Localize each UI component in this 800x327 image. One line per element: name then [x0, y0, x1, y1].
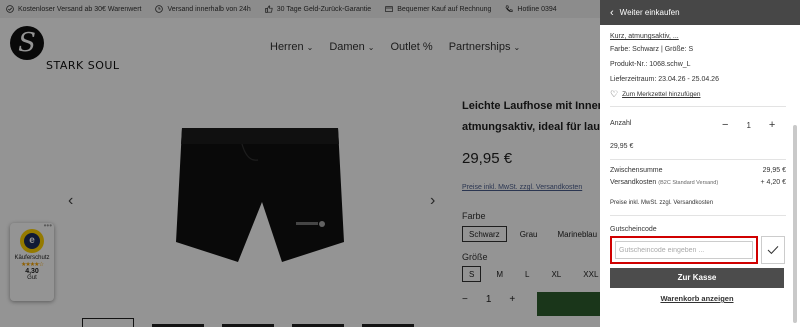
cart-item-price: 29,95 €: [610, 143, 634, 150]
product-page: Kostenloser Versand ab 30€ Warenwert Ver…: [0, 0, 800, 327]
checkout-button[interactable]: Zur Kasse: [610, 268, 784, 288]
cart-item-name-link[interactable]: Kurz, atmungsaktiv, ...: [610, 33, 679, 40]
shipping-row: Versandkosten (B2C Standard Versand) + 4…: [610, 179, 786, 186]
continue-shopping-label: Weiter einkaufen: [619, 8, 680, 17]
divider: [610, 159, 786, 160]
divider: [610, 215, 786, 216]
cart-qty-stepper: − 1 +: [722, 119, 775, 131]
coupon-input[interactable]: [615, 241, 753, 259]
chevron-left-icon: ‹: [610, 6, 614, 19]
view-cart-link[interactable]: Warenkorb anzeigen: [610, 294, 784, 303]
panel-tax-note: Preise inkl. MwSt. zzgl. Versandkosten: [610, 200, 714, 206]
shipping-note: (B2C Standard Versand): [658, 180, 719, 186]
shipping-value: + 4,20 €: [760, 179, 787, 186]
cart-item-delivery: Lieferzeitraum: 23.04.26 - 25.04.26: [610, 76, 719, 83]
cart-qty-value: 1: [746, 120, 751, 130]
coupon-submit-button[interactable]: [761, 236, 785, 264]
coupon-input-highlight: [610, 236, 758, 264]
cart-item-variant: Farbe: Schwarz | Größe: S: [610, 46, 694, 53]
shipping-label: Versandkosten: [610, 179, 657, 186]
minus-icon[interactable]: −: [722, 119, 728, 131]
continue-shopping-button[interactable]: ‹ Weiter einkaufen: [600, 0, 800, 25]
wishlist-link[interactable]: ♡ Zum Merkzettel hinzufügen: [610, 89, 700, 100]
page-overlay[interactable]: [0, 0, 600, 327]
qty-label: Anzahl: [610, 120, 632, 127]
subtotal-label: Zwischensumme: [610, 167, 663, 174]
plus-icon[interactable]: +: [769, 119, 775, 131]
wishlist-label: Zum Merkzettel hinzufügen: [622, 91, 701, 98]
subtotal-row: Zwischensumme 29,95 €: [610, 167, 786, 174]
cart-offcanvas: ‹ Weiter einkaufen Kurz, atmungsaktiv, .…: [600, 0, 800, 327]
check-icon: [767, 246, 779, 255]
coupon-label: Gutscheincode: [610, 226, 657, 233]
heart-icon: ♡: [610, 89, 619, 99]
cart-item-product-no: Produkt-Nr.: 1068.schw_L: [610, 61, 691, 68]
divider: [610, 106, 786, 107]
panel-scrollbar[interactable]: [793, 125, 797, 323]
subtotal-value: 29,95 €: [762, 167, 786, 174]
